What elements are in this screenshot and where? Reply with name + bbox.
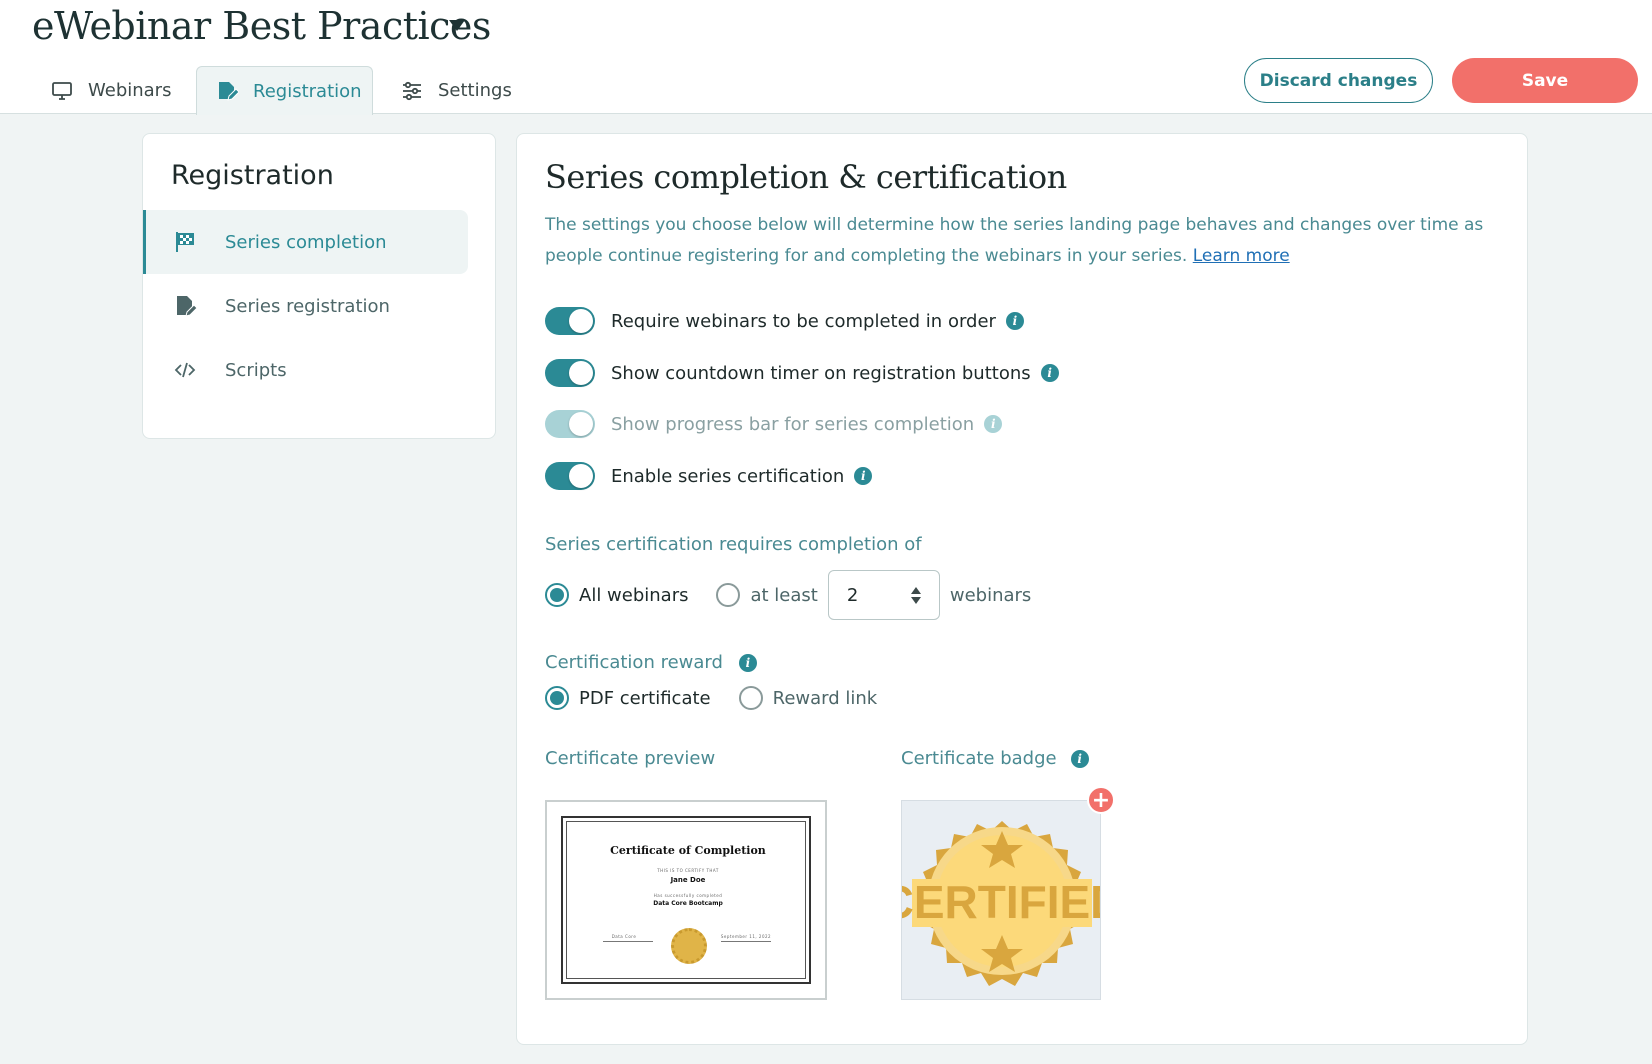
edit-document-icon — [215, 79, 239, 103]
tab-registration[interactable]: Registration — [196, 66, 373, 115]
add-badge-button[interactable]: + — [1087, 786, 1115, 814]
certificate-certify-line: THIS IS TO CERTIFY THAT — [657, 868, 719, 873]
sidebar-item-scripts[interactable]: Scripts — [143, 338, 468, 402]
certified-badge-icon: CERTIFIED — [902, 821, 1101, 986]
top-bar: eWebinar Best Practices Webinars Registr… — [0, 0, 1652, 115]
certificate-completed-line: Has successfully completed — [653, 893, 723, 898]
certification-reward-text: Certification reward — [545, 652, 723, 673]
certificate-course-name: Data Core Bootcamp — [653, 900, 723, 907]
code-icon — [173, 358, 197, 382]
info-icon[interactable]: i — [1070, 749, 1089, 768]
toggle-label: Require webinars to be completed in orde… — [611, 310, 996, 332]
pdf-certificate-label: PDF certificate — [579, 687, 711, 709]
sidebar-item-series-completion[interactable]: Series completion — [143, 210, 468, 274]
toggle-row-completed-in-order: Require webinars to be completed in orde… — [545, 306, 1024, 336]
badge-text: CERTIFIED — [902, 876, 1101, 928]
certificate-preview-label: Certificate preview — [545, 748, 716, 769]
description-text: The settings you choose below will deter… — [545, 215, 1484, 266]
discard-changes-button[interactable]: Discard changes — [1244, 58, 1433, 103]
webinars-suffix-label: webinars — [949, 584, 1032, 606]
reward-options: PDF certificate Reward link — [545, 680, 877, 716]
signature-line-left — [603, 941, 653, 942]
page-description: The settings you choose below will deter… — [545, 210, 1505, 272]
sidebar-title: Registration — [171, 160, 334, 191]
toggle-label: Show progress bar for series completion — [611, 413, 975, 435]
page-title: Series completion & certification — [545, 158, 1067, 196]
monitor-icon — [50, 79, 74, 103]
info-icon[interactable]: i — [1005, 312, 1024, 330]
all-webinars-radio[interactable] — [545, 583, 569, 607]
reward-link-radio[interactable] — [738, 686, 763, 710]
toggle-switch[interactable] — [545, 462, 595, 490]
info-icon[interactable]: i — [984, 415, 1003, 433]
sidebar-item-series-registration[interactable]: Series registration — [143, 274, 468, 338]
toggle-label: Show countdown timer on registration but… — [611, 362, 1031, 384]
save-button[interactable]: Save — [1452, 58, 1638, 103]
at-least-radio[interactable] — [716, 583, 741, 607]
completion-requirement-options: All webinars at least 2 webinars — [545, 570, 1031, 620]
info-icon[interactable]: i — [738, 653, 757, 672]
webinar-count-input[interactable]: 2 — [827, 570, 940, 620]
tab-label: Registration — [253, 80, 362, 102]
info-icon[interactable]: i — [1040, 364, 1059, 382]
sliders-icon — [400, 79, 424, 103]
learn-more-link[interactable]: Learn more — [1193, 246, 1290, 266]
toggle-label: Enable series certification — [611, 465, 845, 487]
certificate-frame: Certificate of Completion THIS IS TO CER… — [561, 816, 811, 984]
certificate-heading: Certificate of Completion — [610, 844, 766, 857]
certificate-date: September 11, 2022 — [720, 934, 772, 939]
sidebar-item-label: Series registration — [225, 295, 390, 317]
tab-webinars[interactable]: Webinars — [50, 66, 171, 115]
main-panel: Series completion & certification The se… — [516, 133, 1528, 1045]
signature-line-right — [721, 941, 771, 942]
certificate-badge-image[interactable]: CERTIFIED — [901, 800, 1101, 1000]
certificate-badge-label: Certificate badge i — [901, 748, 1089, 769]
at-least-label: at least — [750, 584, 818, 606]
toggle-row-progress-bar: Show progress bar for series completion … — [545, 409, 1003, 439]
toggle-switch — [545, 410, 595, 438]
certification-reward-label: Certification reward i — [545, 652, 757, 673]
tab-settings[interactable]: Settings — [400, 66, 512, 115]
tab-label: Settings — [438, 80, 512, 101]
checkered-flag-icon — [173, 230, 197, 254]
certificate-preview[interactable]: Certificate of Completion THIS IS TO CER… — [545, 800, 827, 1000]
toggle-row-series-certification: Enable series certification i — [545, 461, 873, 491]
info-icon[interactable]: i — [854, 467, 873, 485]
app-title: eWebinar Best Practices — [32, 4, 491, 48]
stepper-arrows-icon[interactable] — [910, 586, 921, 604]
toggle-switch[interactable] — [545, 307, 595, 335]
tab-label: Webinars — [88, 80, 172, 101]
completion-requirement-label: Series certification requires completion… — [545, 534, 922, 555]
all-webinars-label: All webinars — [579, 584, 689, 606]
title-dropdown-caret-icon[interactable] — [449, 20, 465, 31]
sidebar-item-label: Scripts — [225, 359, 287, 381]
sidebar: Registration Series completion Series re… — [142, 133, 496, 439]
toggle-row-countdown-timer: Show countdown timer on registration but… — [545, 358, 1059, 388]
certificate-recipient-name: Jane Doe — [670, 876, 706, 884]
edit-document-icon — [173, 294, 197, 318]
certificate-badge-text: Certificate badge — [901, 748, 1057, 769]
pdf-certificate-radio[interactable] — [545, 686, 569, 710]
sidebar-item-label: Series completion — [225, 231, 387, 253]
reward-link-label: Reward link — [772, 687, 878, 709]
webinar-count-value: 2 — [846, 584, 859, 606]
toggle-switch[interactable] — [545, 359, 595, 387]
